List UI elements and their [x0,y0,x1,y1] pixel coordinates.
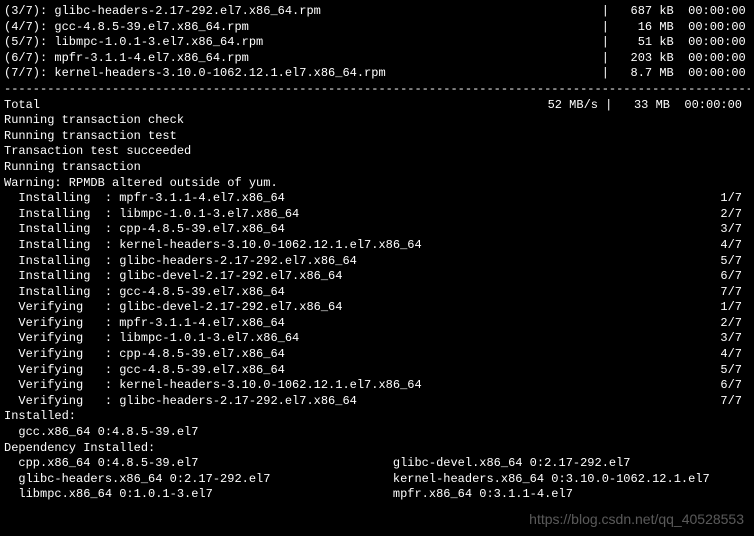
terminal-output: (3/7): glibc-headers-2.17-292.el7.x86_64… [4,4,750,503]
step-line: Verifying : cpp-4.8.5-39.el7.x86_644/7 [4,347,750,363]
step-line: Verifying : glibc-devel-2.17-292.el7.x86… [4,300,750,316]
txn-running: Running transaction [4,160,750,176]
download-line: (3/7): glibc-headers-2.17-292.el7.x86_64… [4,4,750,20]
dep-installed-row: libmpc.x86_64 0:1.0.1-3.el7 mpfr.x86_64 … [4,487,750,503]
total-line: Total 52 MB/s | 33 MB 00:00:00 [4,98,750,114]
txn-check: Running transaction check [4,113,750,129]
download-line: (6/7): mpfr-3.1.1-4.el7.x86_64.rpm | 203… [4,51,750,67]
dep-installed-row: cpp.x86_64 0:4.8.5-39.el7 glibc-devel.x8… [4,456,750,472]
dep-installed-row: glibc-headers.x86_64 0:2.17-292.el7 kern… [4,472,750,488]
installed-label: Installed: [4,409,750,425]
installed-item: gcc.x86_64 0:4.8.5-39.el7 [4,425,750,441]
step-line: Installing : libmpc-1.0.1-3.el7.x86_642/… [4,207,750,223]
dep-installed-label: Dependency Installed: [4,441,750,457]
txn-warning: Warning: RPMDB altered outside of yum. [4,176,750,192]
download-line: (7/7): kernel-headers-3.10.0-1062.12.1.e… [4,66,750,82]
step-line: Verifying : glibc-headers-2.17-292.el7.x… [4,394,750,410]
txn-test: Running transaction test [4,129,750,145]
separator: ----------------------------------------… [4,82,750,98]
download-line: (5/7): libmpc-1.0.1-3.el7.x86_64.rpm | 5… [4,35,750,51]
step-line: Verifying : gcc-4.8.5-39.el7.x86_645/7 [4,363,750,379]
txn-succeeded: Transaction test succeeded [4,144,750,160]
download-line: (4/7): gcc-4.8.5-39.el7.x86_64.rpm | 16 … [4,20,750,36]
step-line: Verifying : libmpc-1.0.1-3.el7.x86_643/7 [4,331,750,347]
step-line: Installing : kernel-headers-3.10.0-1062.… [4,238,750,254]
step-line: Installing : gcc-4.8.5-39.el7.x86_647/7 [4,285,750,301]
step-line: Verifying : kernel-headers-3.10.0-1062.1… [4,378,750,394]
step-line: Verifying : mpfr-3.1.1-4.el7.x86_642/7 [4,316,750,332]
step-line: Installing : cpp-4.8.5-39.el7.x86_643/7 [4,222,750,238]
step-line: Installing : mpfr-3.1.1-4.el7.x86_641/7 [4,191,750,207]
step-line: Installing : glibc-headers-2.17-292.el7.… [4,254,750,270]
step-line: Installing : glibc-devel-2.17-292.el7.x8… [4,269,750,285]
watermark-text: https://blog.csdn.net/qq_40528553 [529,510,744,528]
